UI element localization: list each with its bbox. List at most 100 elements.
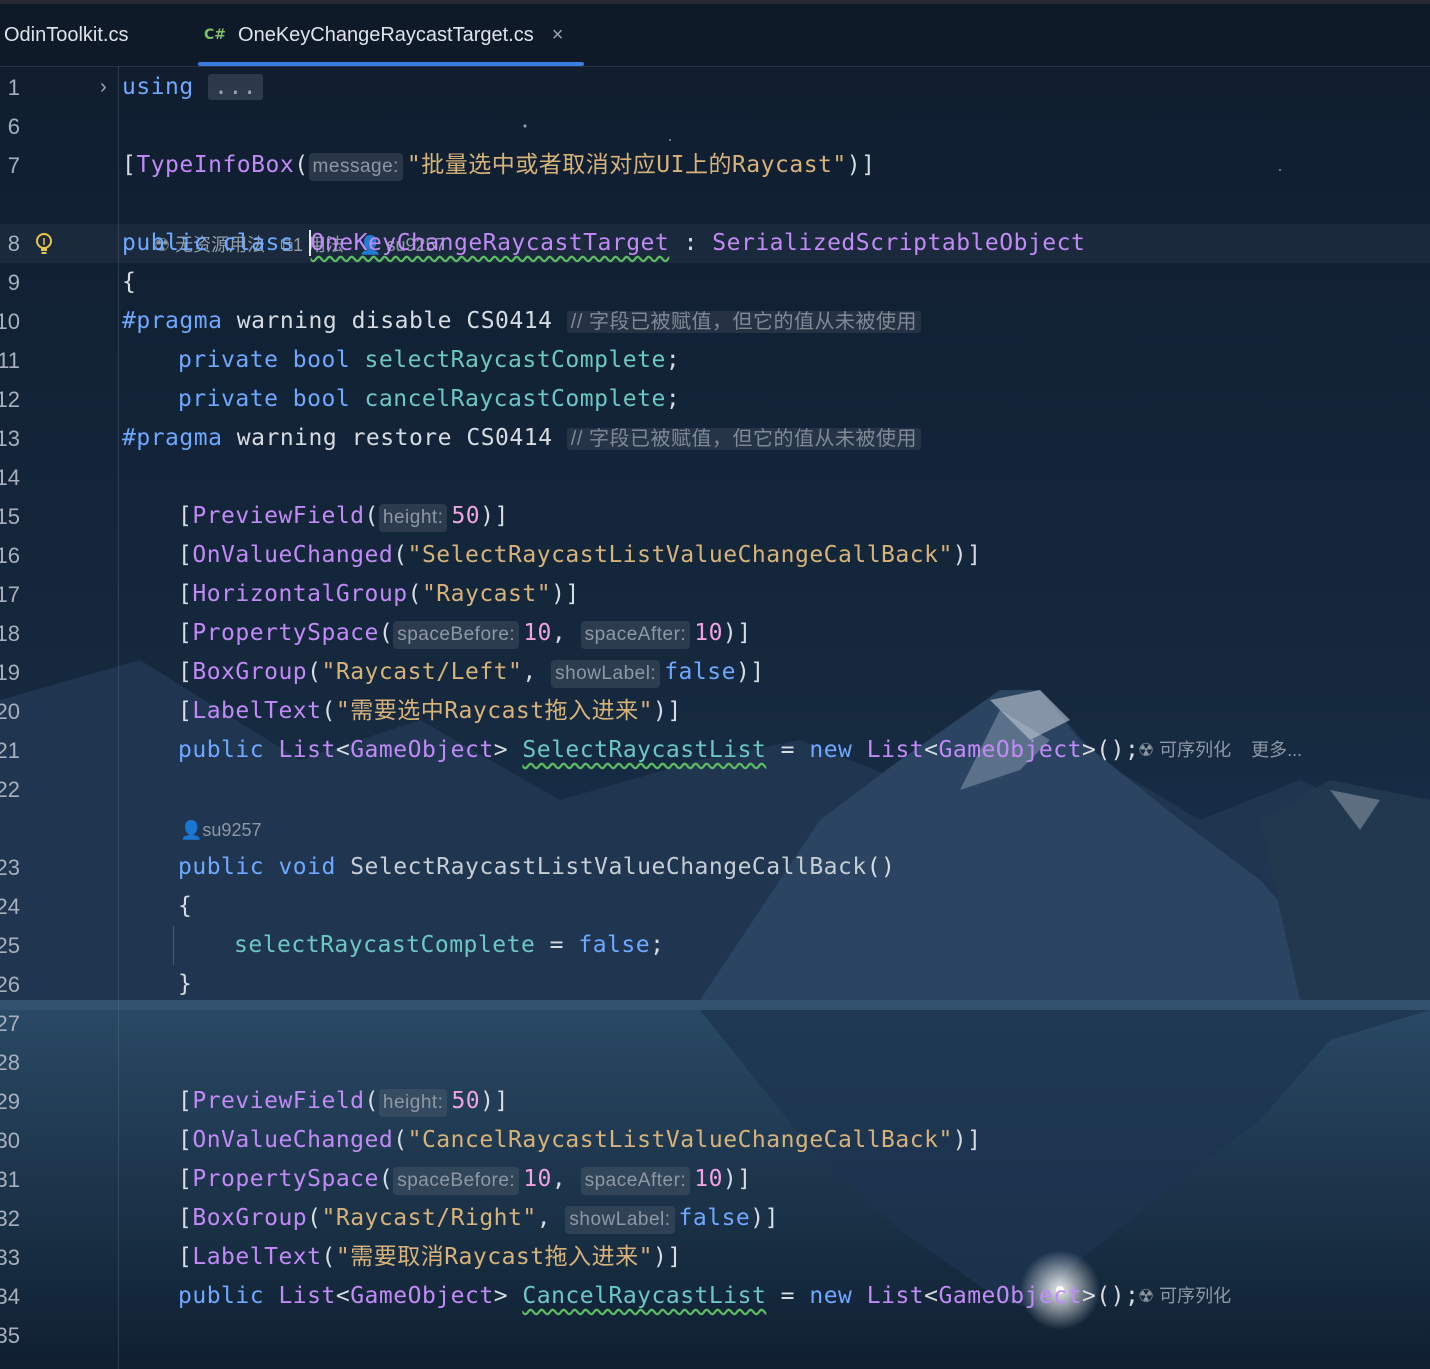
code-line: 20 [LabelText("需要选中Raycast拖入进来")] <box>0 692 1430 731</box>
line-number: 31 <box>0 1167 20 1192</box>
code-text: using ... <box>122 68 264 107</box>
code-line: 29 [PreviewField(height: 50)] <box>0 1082 1430 1121</box>
line-number: 22 <box>0 777 20 802</box>
line-number: 20 <box>0 699 20 724</box>
code-line: 19 [BoxGroup("Raycast/Left", showLabel: f… <box>0 653 1430 692</box>
line-number: 6 <box>7 114 20 139</box>
more-hint-link[interactable]: 更多... <box>1251 740 1302 760</box>
line-number: 34 <box>0 1284 20 1309</box>
code-text: [TypeInfoBox(message: "批量选中或者取消对应UI上的Rayc… <box>122 146 875 185</box>
line-number: 16 <box>0 543 20 568</box>
parameter-hint: spaceAfter: <box>580 621 691 649</box>
code-line: 35 <box>0 1316 1430 1355</box>
tab-label: OneKeyChangeRaycastTarget.cs <box>238 23 534 46</box>
code-line: 28 <box>0 1043 1430 1082</box>
code-line: 7 [TypeInfoBox(message: "批量选中或者取消对应UI上的Ra… <box>0 146 1430 185</box>
chevron-right-icon[interactable]: › <box>100 76 107 99</box>
code-line: 13 #pragma warning restore CS0414 // 字段已… <box>0 419 1430 458</box>
code-line: 24 { <box>0 887 1430 926</box>
code-line: 6 <box>0 107 1430 146</box>
line-number: 25 <box>0 933 20 958</box>
code-line: 23 public void SelectRaycastListValueCha… <box>0 848 1430 887</box>
line-number: 17 <box>0 582 20 607</box>
line-number: 13 <box>0 426 20 451</box>
editor-tab-bar: OdinToolkit.cs C# OneKeyChangeRaycastTar… <box>0 4 1430 67</box>
indent-guide <box>173 926 174 965</box>
line-number: 8 <box>7 231 20 256</box>
tab-odintoolkit[interactable]: OdinToolkit.cs <box>4 4 129 66</box>
code-line: 11 private bool selectRaycastComplete; <box>0 341 1430 380</box>
line-number: 35 <box>0 1323 20 1348</box>
serializable-hint[interactable]: 可序列化 <box>1159 1286 1231 1306</box>
line-number: 27 <box>0 1011 20 1036</box>
folded-imports[interactable]: ... <box>208 74 264 100</box>
code-line: 27 <box>0 1004 1430 1043</box>
code-line: 1 › using ... <box>0 68 1430 107</box>
code-line: 18 [PropertySpace(spaceBefore: 10, spaceA… <box>0 614 1430 653</box>
line-number: 19 <box>0 660 20 685</box>
close-icon[interactable]: × <box>552 24 564 47</box>
author-icon: 👤 <box>180 820 203 840</box>
parameter-hint: spaceAfter: <box>580 1167 691 1195</box>
code-line: 16 [OnValueChanged("SelectRaycastListVal… <box>0 536 1430 575</box>
line-number: 15 <box>0 504 20 529</box>
line-number: 1 <box>7 75 20 100</box>
code-line-current: 8 public class OneKeyChangeRaycastTarget… <box>0 224 1430 263</box>
code-line: 31 [PropertySpace(spaceBefore: 10, spaceA… <box>0 1160 1430 1199</box>
line-number: 9 <box>7 270 20 295</box>
parameter-hint: height: <box>378 504 448 532</box>
line-number: 29 <box>0 1089 20 1114</box>
code-line: 17 [HorizontalGroup("Raycast")] <box>0 575 1430 614</box>
code-line: 22 <box>0 770 1430 809</box>
code-line: 15 [PreviewField(height: 50)] <box>0 497 1430 536</box>
parameter-hint: message: <box>308 153 403 181</box>
code-line: 12 private bool cancelRaycastComplete; <box>0 380 1430 419</box>
line-number: 24 <box>0 894 20 919</box>
cancel-list-field[interactable]: CancelRaycastList <box>522 1283 766 1309</box>
code-line: 34 public List<GameObject> CancelRaycast… <box>0 1277 1430 1316</box>
class-name[interactable]: OneKeyChangeRaycastTarget <box>308 230 670 256</box>
author-link[interactable]: su9257 <box>202 820 261 840</box>
line-number: 14 <box>0 465 20 490</box>
inline-comment: // 字段已被赋值，但它的值从未被使用 <box>566 311 921 333</box>
parameter-hint: showLabel: <box>565 1206 675 1234</box>
parameter-hint: spaceBefore: <box>393 621 520 649</box>
line-number: 12 <box>0 387 20 412</box>
serializable-hint[interactable]: 可序列化 <box>1159 740 1231 760</box>
line-number: 33 <box>0 1245 20 1270</box>
inline-comment: // 字段已被赋值，但它的值从未被使用 <box>566 428 921 450</box>
code-editor[interactable]: 1 › using ... 6 7 [TypeInfoBox(message: "… <box>0 66 1430 1369</box>
unity-serializable-icon: ☢ <box>1138 1286 1155 1306</box>
select-list-field[interactable]: SelectRaycastList <box>522 737 766 763</box>
line-number: 11 <box>0 348 20 373</box>
parameter-hint: showLabel: <box>551 660 661 688</box>
code-line: 10 #pragma warning disable CS0414 // 字段已… <box>0 302 1430 341</box>
code-line: 32 [BoxGroup("Raycast/Right", showLabel:… <box>0 1199 1430 1238</box>
code-line: 14 <box>0 458 1430 497</box>
code-line: 9 { <box>0 263 1430 302</box>
code-line: 25 selectRaycastComplete = false; <box>0 926 1430 965</box>
code-vision-method: 👤su9257 <box>0 811 1430 848</box>
parameter-hint: height: <box>378 1089 448 1117</box>
csharp-file-icon: C# <box>204 27 227 43</box>
line-number: 28 <box>0 1050 20 1075</box>
unity-serializable-icon: ☢ <box>1138 740 1155 760</box>
code-vision-class: ☢ 无资源用法 ⧉1 用法 👤 su9257 <box>0 187 1430 255</box>
line-number: 26 <box>0 972 20 997</box>
code-text: public class OneKeyChangeRaycastTarget :… <box>122 230 1086 256</box>
line-number: 18 <box>0 621 20 646</box>
code-line: 21 public List<GameObject> SelectRaycast… <box>0 731 1430 770</box>
tab-label: OdinToolkit.cs <box>4 23 129 46</box>
line-number: 7 <box>7 153 20 178</box>
code-text: #pragma warning disable CS0414 // 字段已被赋值… <box>122 302 921 341</box>
line-number: 21 <box>0 738 20 763</box>
tab-onekeychangeraycasttarget[interactable]: C# OneKeyChangeRaycastTarget.cs × <box>204 4 563 66</box>
line-number: 32 <box>0 1206 20 1231</box>
parameter-hint: spaceBefore: <box>393 1167 520 1195</box>
code-line: 30 [OnValueChanged("CancelRaycastListVal… <box>0 1121 1430 1160</box>
line-number: 10 <box>0 309 20 334</box>
lightbulb-icon[interactable] <box>34 232 54 256</box>
code-line: 26 } <box>0 965 1430 1004</box>
line-number: 30 <box>0 1128 20 1153</box>
code-line: 33 [LabelText("需要取消Raycast拖入进来")] <box>0 1238 1430 1277</box>
